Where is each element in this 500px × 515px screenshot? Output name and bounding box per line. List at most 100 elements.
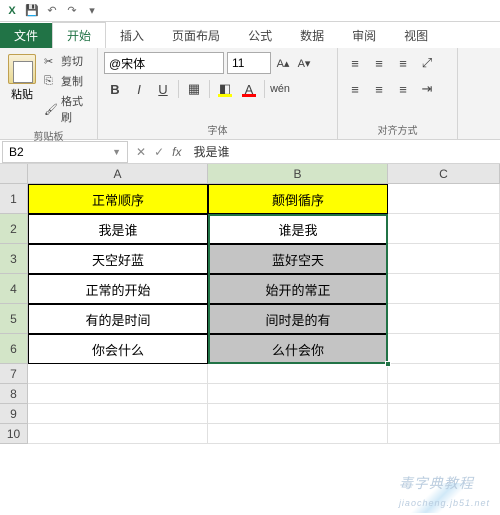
orientation-button[interactable]: ⤢	[416, 52, 438, 74]
fill-swatch-icon	[218, 94, 232, 97]
row-header-6[interactable]: 6	[0, 334, 28, 364]
cell-C2[interactable]	[388, 214, 500, 244]
separator	[264, 80, 265, 98]
row-header-9[interactable]: 9	[0, 404, 28, 424]
cell-A5[interactable]: 有的是时间	[28, 304, 208, 334]
cell-B6[interactable]: 么什会你	[208, 334, 388, 364]
cell-B8[interactable]	[208, 384, 388, 404]
row-header-7[interactable]: 7	[0, 364, 28, 384]
cell-A2[interactable]: 我是谁	[28, 214, 208, 244]
format-painter-button[interactable]: 🖌格式刷	[42, 92, 91, 126]
cell-A10[interactable]	[28, 424, 208, 444]
cell-A8[interactable]	[28, 384, 208, 404]
align-right-button[interactable]: ≡	[392, 78, 414, 100]
cell-A1[interactable]: 正常顺序	[28, 184, 208, 214]
copy-button[interactable]: ⎘复制	[42, 72, 91, 90]
ribbon-tabs: 文件 开始 插入 页面布局 公式 数据 审阅 视图	[0, 22, 500, 48]
tab-home[interactable]: 开始	[52, 22, 106, 48]
fill-color-button[interactable]: ◧	[214, 78, 236, 100]
indent-button[interactable]: ⇥	[416, 78, 438, 100]
italic-button[interactable]: I	[128, 78, 150, 100]
cell-C3[interactable]	[388, 244, 500, 274]
cell-B10[interactable]	[208, 424, 388, 444]
phonetic-button[interactable]: wén	[269, 78, 291, 100]
border-button[interactable]: ▦	[183, 78, 205, 100]
tab-review[interactable]: 审阅	[338, 23, 390, 48]
row-header-4[interactable]: 4	[0, 274, 28, 304]
select-all-corner[interactable]	[0, 164, 28, 184]
bold-button[interactable]: B	[104, 78, 126, 100]
cancel-icon[interactable]: ✕	[136, 145, 146, 159]
formula-input[interactable]: 我是谁	[187, 143, 500, 160]
align-left-button[interactable]: ≡	[344, 78, 366, 100]
row-header-8[interactable]: 8	[0, 384, 28, 404]
row-header-3[interactable]: 3	[0, 244, 28, 274]
cut-button[interactable]: ✂剪切	[42, 52, 91, 70]
tab-view[interactable]: 视图	[390, 23, 442, 48]
fx-icon[interactable]: fx	[172, 145, 181, 159]
fill-handle[interactable]	[385, 361, 391, 367]
cell-C10[interactable]	[388, 424, 500, 444]
separator	[178, 80, 179, 98]
row-header-1[interactable]: 1	[0, 184, 28, 214]
cell-C9[interactable]	[388, 404, 500, 424]
tab-file[interactable]: 文件	[0, 23, 52, 48]
row-header-5[interactable]: 5	[0, 304, 28, 334]
brush-icon: 🖌	[44, 103, 58, 116]
align-center-button[interactable]: ≡	[368, 78, 390, 100]
cell-B2[interactable]: 谁是我	[208, 214, 388, 244]
paste-icon	[8, 54, 36, 84]
font-size-input[interactable]	[227, 52, 271, 74]
cell-B7[interactable]	[208, 364, 388, 384]
scissors-icon: ✂	[44, 55, 58, 68]
cell-A9[interactable]	[28, 404, 208, 424]
cell-A6[interactable]: 你会什么	[28, 334, 208, 364]
font-color-button[interactable]: A	[238, 78, 260, 100]
tab-data[interactable]: 数据	[286, 23, 338, 48]
col-header-A[interactable]: A	[28, 164, 208, 184]
copy-icon: ⎘	[44, 75, 58, 88]
tab-formulas[interactable]: 公式	[234, 23, 286, 48]
cell-C6[interactable]	[388, 334, 500, 364]
paste-button[interactable]: 粘贴	[6, 52, 38, 126]
cell-C1[interactable]	[388, 184, 500, 214]
col-header-C[interactable]: C	[388, 164, 500, 184]
cell-A7[interactable]	[28, 364, 208, 384]
cell-A4[interactable]: 正常的开始	[28, 274, 208, 304]
redo-icon[interactable]: ↷	[64, 3, 80, 19]
increase-font-icon[interactable]: A▴	[274, 52, 292, 74]
cell-C8[interactable]	[388, 384, 500, 404]
underline-button[interactable]: U	[152, 78, 174, 100]
align-top-button[interactable]: ≡	[344, 52, 366, 74]
tab-insert[interactable]: 插入	[106, 23, 158, 48]
align-bottom-button[interactable]: ≡	[392, 52, 414, 74]
align-middle-button[interactable]: ≡	[368, 52, 390, 74]
cell-B5[interactable]: 间时是的有	[208, 304, 388, 334]
decrease-font-icon[interactable]: A▾	[295, 52, 313, 74]
cell-C5[interactable]	[388, 304, 500, 334]
cell-C4[interactable]	[388, 274, 500, 304]
copy-label: 复制	[61, 73, 83, 89]
undo-icon[interactable]: ↶	[44, 3, 60, 19]
cut-label: 剪切	[61, 53, 83, 69]
tab-pagelayout[interactable]: 页面布局	[158, 23, 234, 48]
qat-dropdown-icon[interactable]: ▾	[84, 3, 100, 19]
cell-B1[interactable]: 颠倒循序	[208, 184, 388, 214]
row-header-10[interactable]: 10	[0, 424, 28, 444]
cell-B9[interactable]	[208, 404, 388, 424]
cell-B3[interactable]: 蓝好空天	[208, 244, 388, 274]
align-group-label: 对齐方式	[344, 120, 451, 137]
save-icon[interactable]: 💾	[24, 3, 40, 19]
name-box[interactable]: B2 ▼	[2, 141, 128, 163]
cell-B4[interactable]: 始开的常正	[208, 274, 388, 304]
spreadsheet-grid[interactable]: A B C 1 正常顺序 颠倒循序 2 我是谁 谁是我 3 天空好蓝 蓝好空天 …	[0, 164, 500, 444]
formula-bar: B2 ▼ ✕ ✓ fx 我是谁	[0, 140, 500, 164]
enter-icon[interactable]: ✓	[154, 145, 164, 159]
row-header-2[interactable]: 2	[0, 214, 28, 244]
font-name-input[interactable]	[104, 52, 224, 74]
cell-C7[interactable]	[388, 364, 500, 384]
font-color-swatch-icon	[242, 94, 256, 97]
col-header-B[interactable]: B	[208, 164, 388, 184]
chevron-down-icon: ▼	[112, 147, 121, 157]
cell-A3[interactable]: 天空好蓝	[28, 244, 208, 274]
